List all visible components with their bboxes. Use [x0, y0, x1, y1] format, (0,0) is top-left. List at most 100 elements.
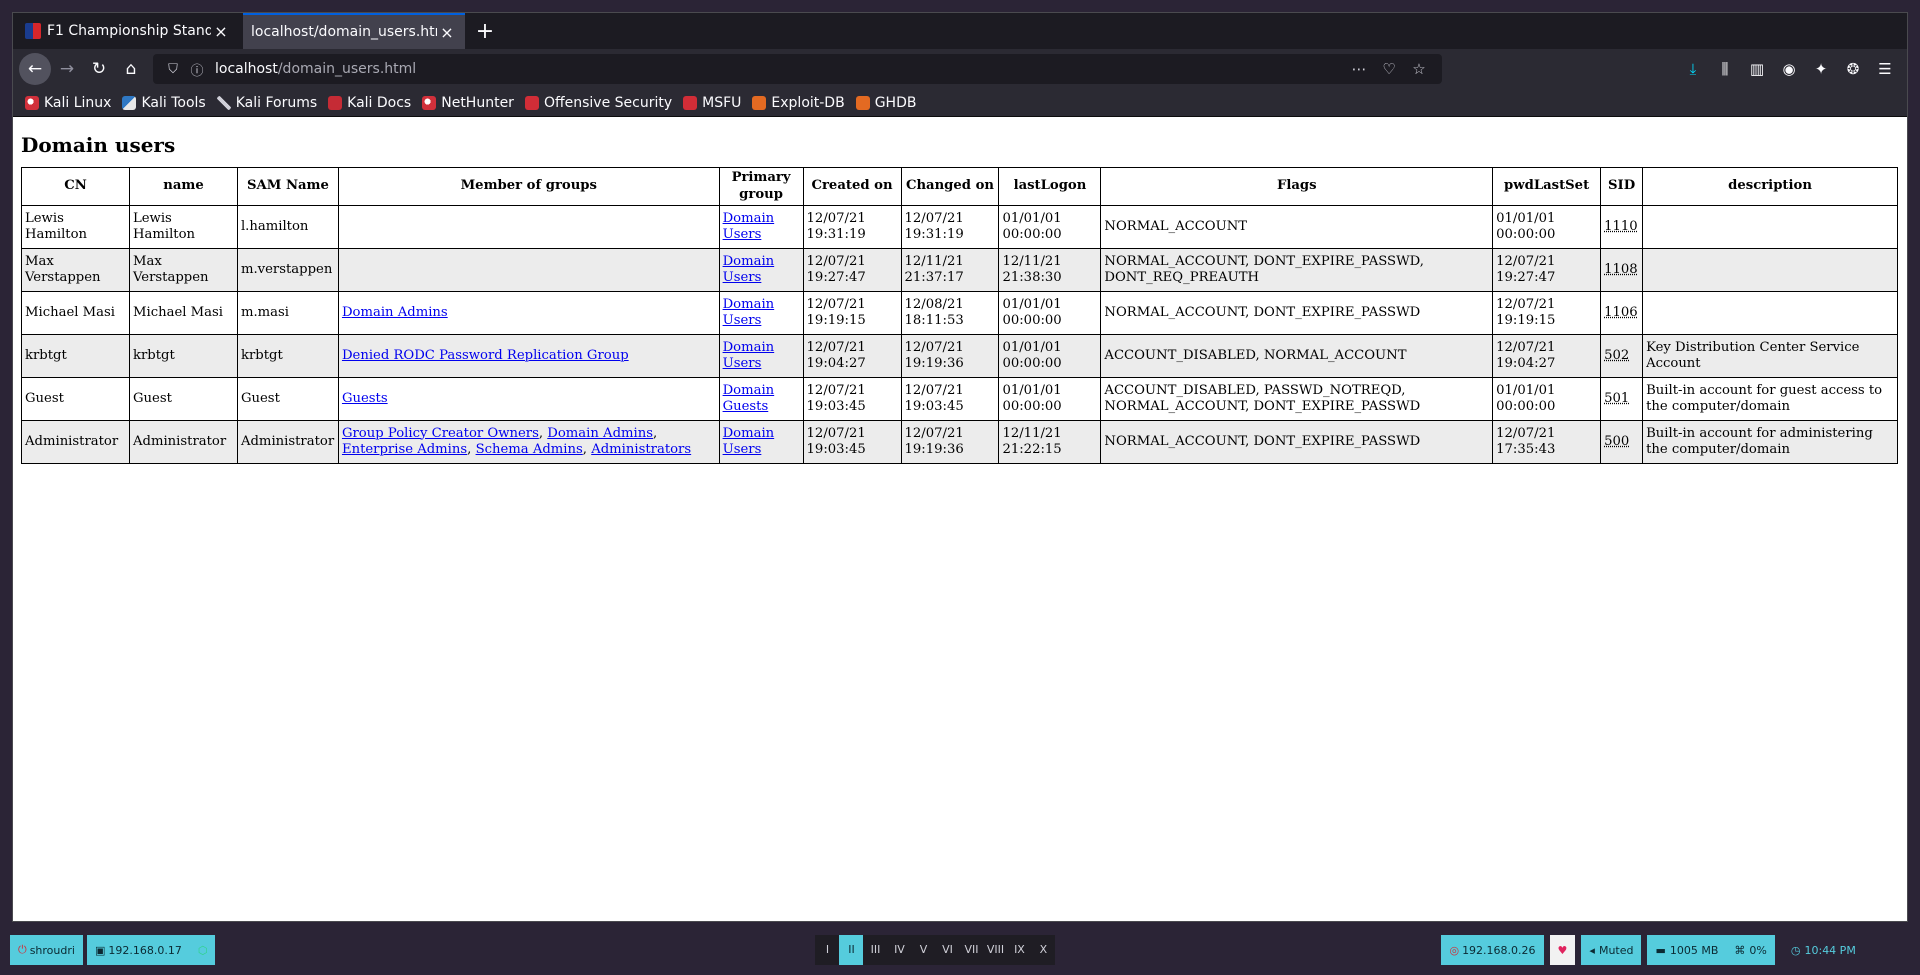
- primary-group-link[interactable]: Domain Users: [723, 211, 775, 243]
- bookmark-ghdb[interactable]: GHDB: [855, 95, 916, 111]
- tab-f1-standings[interactable]: F1 Championship Standi ×: [17, 13, 239, 49]
- pocket-icon[interactable]: ♡: [1374, 60, 1404, 78]
- group-link[interactable]: Administrators: [591, 442, 691, 457]
- cookie-extension-icon[interactable]: ❂: [1837, 53, 1869, 85]
- cell-flags: NORMAL_ACCOUNT, DONT_EXPIRE_PASSWD: [1100, 420, 1494, 464]
- heart-icon[interactable]: ♥: [1549, 935, 1576, 965]
- network-icon[interactable]: ⬡: [189, 935, 216, 965]
- workspace-ii[interactable]: II: [839, 935, 864, 965]
- user-indicator[interactable]: ⏻ shroudri: [10, 935, 83, 965]
- group-link[interactable]: Enterprise Admins: [342, 442, 467, 457]
- browser-window: F1 Championship Standi × localhost/domai…: [12, 12, 1908, 922]
- group-link[interactable]: Group Policy Creator Owners: [342, 426, 539, 441]
- cell-description: [1642, 291, 1898, 335]
- workspace-vi[interactable]: VI: [935, 935, 959, 965]
- bookmark-nethunter[interactable]: NetHunter: [422, 95, 514, 111]
- extension-fox-icon[interactable]: ✦: [1805, 53, 1837, 85]
- memory-indicator[interactable]: ▬ 1005 MB: [1647, 935, 1727, 965]
- sid-value[interactable]: 1108: [1604, 262, 1638, 277]
- group-link[interactable]: Domain Admins: [342, 305, 448, 320]
- reload-button[interactable]: ↻: [83, 53, 115, 85]
- workspace-vii[interactable]: VII: [959, 935, 983, 965]
- menu-icon[interactable]: ☰: [1869, 53, 1901, 85]
- workspace-iv[interactable]: IV: [887, 935, 911, 965]
- group-link[interactable]: Schema Admins: [476, 442, 583, 457]
- cell-sam-name: Guest: [236, 377, 339, 421]
- cell-description: Key Distribution Center Service Account: [1642, 334, 1898, 378]
- cell-changed-on: 12/08/21 18:11:53: [900, 291, 1000, 335]
- primary-group-link[interactable]: Domain Users: [723, 340, 775, 372]
- sid-value[interactable]: 1110: [1604, 219, 1638, 234]
- bookmark-msfu[interactable]: MSFU: [683, 95, 741, 111]
- workspace-v[interactable]: V: [911, 935, 935, 965]
- workspace-iii[interactable]: III: [863, 935, 887, 965]
- library-icon[interactable]: ⫼: [1709, 53, 1741, 85]
- info-icon[interactable]: ⓘ: [185, 60, 209, 79]
- home-button[interactable]: ⌂: [115, 53, 147, 85]
- sid-value[interactable]: 501: [1604, 391, 1629, 406]
- primary-group-link[interactable]: Domain Users: [723, 426, 775, 458]
- page-actions-icon[interactable]: ⋯: [1344, 60, 1374, 78]
- column-header: lastLogon: [998, 167, 1102, 206]
- group-link[interactable]: Guests: [342, 391, 388, 406]
- cell-member-of-groups: Denied RODC Password Replication Group: [337, 334, 720, 378]
- clock[interactable]: ◷ 10:44 PM: [1783, 935, 1864, 965]
- cell-description: Built-in account for guest access to the…: [1642, 377, 1898, 421]
- cell-primary-group: Domain Guests: [718, 377, 804, 421]
- cell-pwd-last-set: 12/07/21 19:27:47: [1492, 248, 1602, 292]
- shield-icon[interactable]: ⛉: [161, 62, 185, 77]
- primary-group-link[interactable]: Domain Users: [723, 254, 775, 286]
- sid-value[interactable]: 1106: [1604, 305, 1638, 320]
- bookmark-star-icon[interactable]: ☆: [1404, 60, 1434, 78]
- url-bar[interactable]: ⛉ ⓘ localhost/domain_users.html ⋯ ♡ ☆: [153, 54, 1442, 84]
- cpu-indicator[interactable]: ⌘ 0%: [1726, 935, 1775, 965]
- cell-changed-on: 12/11/21 21:37:17: [900, 248, 1000, 292]
- group-link[interactable]: Domain Admins: [547, 426, 653, 441]
- downloads-icon[interactable]: ⤓: [1677, 53, 1709, 85]
- account-icon[interactable]: ◉: [1773, 53, 1805, 85]
- url-text[interactable]: localhost/domain_users.html: [215, 61, 1344, 77]
- cell-last-logon: 12/11/21 21:22:15: [998, 420, 1102, 464]
- cell-created-on: 12/07/21 19:03:45: [802, 420, 902, 464]
- bookmark-exploit-db[interactable]: Exploit-DB: [752, 95, 845, 111]
- primary-group-link[interactable]: Domain Guests: [723, 383, 775, 415]
- sidebar-icon[interactable]: ▥: [1741, 53, 1773, 85]
- bookmark-offensive-security[interactable]: Offensive Security: [524, 95, 672, 111]
- cell-changed-on: 12/07/21 19:03:45: [900, 377, 1000, 421]
- tab-domain-users[interactable]: localhost/domain_users.htm ×: [243, 13, 465, 49]
- volume-indicator[interactable]: ◂ Muted: [1581, 935, 1642, 965]
- cell-sam-name: m.verstappen: [236, 248, 339, 292]
- cell-sid: 501: [1600, 377, 1644, 421]
- sid-value[interactable]: 502: [1604, 348, 1629, 363]
- bookmark-kali-docs[interactable]: Kali Docs: [328, 95, 411, 111]
- cell-last-logon: 01/01/01 00:00:00: [998, 334, 1102, 378]
- bookmark-kali-forums[interactable]: Kali Forums: [216, 95, 317, 111]
- column-header: SAM Name: [236, 167, 339, 206]
- cell-primary-group: Domain Users: [718, 248, 804, 292]
- table-body: Lewis Hamilton Lewis Hamilton l.hamilton Do…: [21, 205, 1898, 464]
- close-tab-icon[interactable]: ×: [437, 23, 457, 42]
- cell-sam-name: Administrator: [236, 420, 339, 464]
- workspace-ix[interactable]: IX: [1007, 935, 1031, 965]
- workspace-viii[interactable]: VIII: [983, 935, 1007, 965]
- primary-group-link[interactable]: Domain Users: [723, 297, 775, 329]
- new-tab-button[interactable]: +: [469, 13, 501, 49]
- cell-sid: 1110: [1600, 205, 1644, 249]
- bookmark-kali-tools[interactable]: Kali Tools: [122, 95, 206, 111]
- cell-pwd-last-set: 12/07/21 17:35:43: [1492, 420, 1602, 464]
- cell-flags: ACCOUNT_DISABLED, PASSWD_NOTREQD, NORMAL…: [1100, 377, 1494, 421]
- back-button[interactable]: ←: [19, 53, 51, 85]
- remote-ip-indicator[interactable]: ◎ 192.168.0.26: [1441, 935, 1544, 965]
- group-link[interactable]: Denied RODC Password Replication Group: [342, 348, 629, 363]
- forward-button[interactable]: →: [51, 53, 83, 85]
- close-tab-icon[interactable]: ×: [211, 22, 231, 41]
- cell-sid: 502: [1600, 334, 1644, 378]
- local-ip-indicator[interactable]: ▣ 192.168.0.17: [86, 935, 190, 965]
- workspace-x[interactable]: X: [1031, 935, 1055, 965]
- sid-value[interactable]: 500: [1604, 434, 1629, 449]
- cell-name: Michael Masi: [128, 291, 238, 335]
- bookmark-kali-linux[interactable]: Kali Linux: [25, 95, 111, 111]
- workspace-i[interactable]: I: [815, 935, 839, 965]
- cell-primary-group: Domain Users: [718, 205, 804, 249]
- cell-created-on: 12/07/21 19:31:19: [802, 205, 902, 249]
